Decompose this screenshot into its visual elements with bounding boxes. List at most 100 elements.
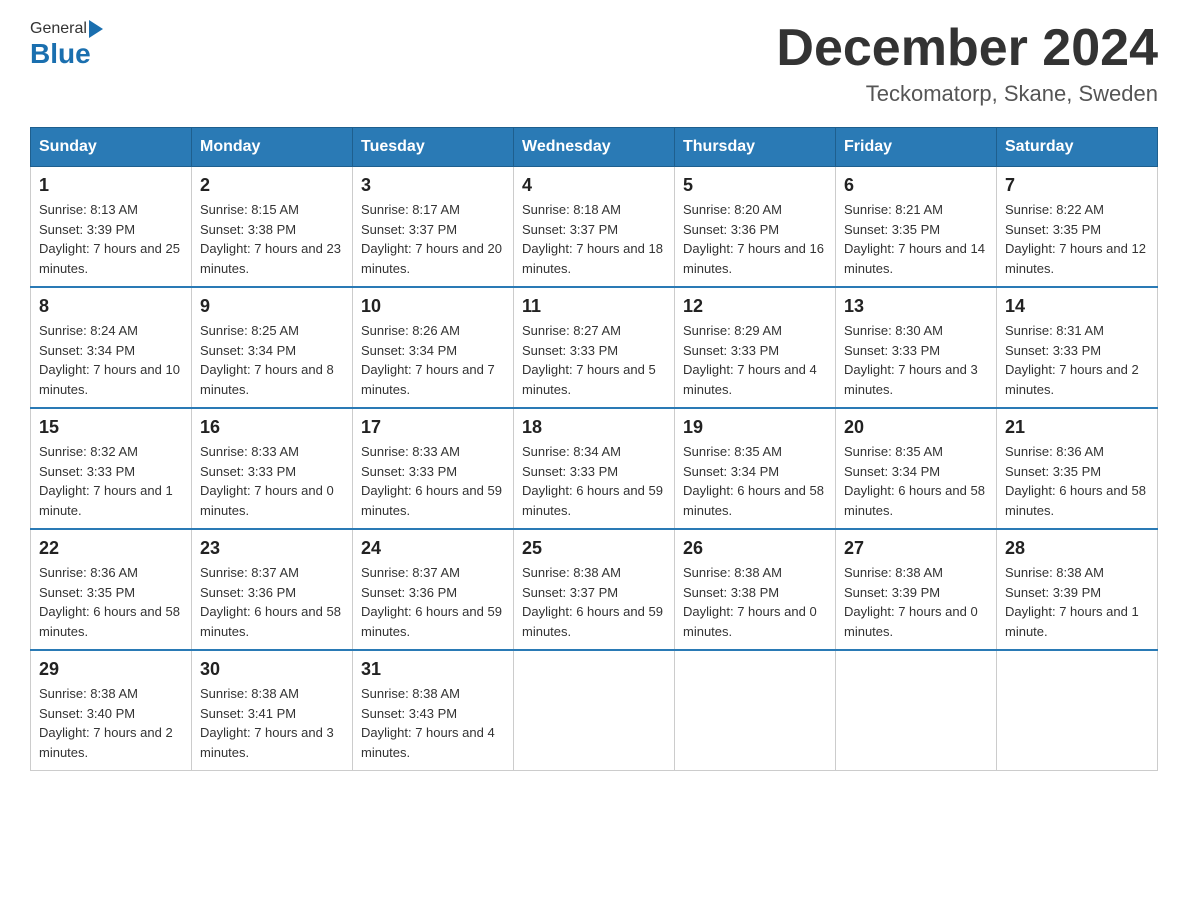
day-info: Sunrise: 8:31 AMSunset: 3:33 PMDaylight:… xyxy=(1005,321,1149,399)
day-number: 31 xyxy=(361,659,505,680)
day-number: 24 xyxy=(361,538,505,559)
week-row-2: 8 Sunrise: 8:24 AMSunset: 3:34 PMDaylight… xyxy=(31,287,1158,408)
calendar-cell: 24 Sunrise: 8:37 AMSunset: 3:36 PMDayligh… xyxy=(353,529,514,650)
day-number: 2 xyxy=(200,175,344,196)
calendar-cell: 16 Sunrise: 8:33 AMSunset: 3:33 PMDayligh… xyxy=(192,408,353,529)
week-row-4: 22Sunrise: 8:36 AMSunset: 3:35 PMDayligh… xyxy=(31,529,1158,650)
calendar-cell: 26Sunrise: 8:38 AMSunset: 3:38 PMDayligh… xyxy=(675,529,836,650)
day-number: 12 xyxy=(683,296,827,317)
calendar-cell: 10 Sunrise: 8:26 AMSunset: 3:34 PMDayligh… xyxy=(353,287,514,408)
logo-arrow-icon xyxy=(89,20,103,38)
calendar-cell: 11 Sunrise: 8:27 AMSunset: 3:33 PMDayligh… xyxy=(514,287,675,408)
weekday-header-tuesday: Tuesday xyxy=(353,128,514,167)
day-number: 3 xyxy=(361,175,505,196)
day-info: Sunrise: 8:35 AMSunset: 3:34 PMDaylight:… xyxy=(844,442,988,520)
day-number: 6 xyxy=(844,175,988,196)
calendar-cell: 1 Sunrise: 8:13 AMSunset: 3:39 PMDaylight… xyxy=(31,167,192,288)
day-number: 16 xyxy=(200,417,344,438)
calendar-cell xyxy=(997,650,1158,771)
day-number: 1 xyxy=(39,175,183,196)
day-info: Sunrise: 8:27 AMSunset: 3:33 PMDaylight:… xyxy=(522,321,666,399)
calendar-cell: 15Sunrise: 8:32 AMSunset: 3:33 PMDayligh… xyxy=(31,408,192,529)
logo-blue-text: Blue xyxy=(30,38,91,70)
calendar-cell: 6 Sunrise: 8:21 AMSunset: 3:35 PMDaylight… xyxy=(836,167,997,288)
day-info: Sunrise: 8:37 AMSunset: 3:36 PMDaylight:… xyxy=(200,563,344,641)
calendar-cell xyxy=(514,650,675,771)
calendar-cell: 28Sunrise: 8:38 AMSunset: 3:39 PMDayligh… xyxy=(997,529,1158,650)
week-row-3: 15Sunrise: 8:32 AMSunset: 3:33 PMDayligh… xyxy=(31,408,1158,529)
calendar-cell: 22Sunrise: 8:36 AMSunset: 3:35 PMDayligh… xyxy=(31,529,192,650)
title-section: December 2024 Teckomatorp, Skane, Sweden xyxy=(776,20,1158,107)
weekday-header-monday: Monday xyxy=(192,128,353,167)
day-info: Sunrise: 8:25 AMSunset: 3:34 PMDaylight:… xyxy=(200,321,344,399)
calendar-cell: 9 Sunrise: 8:25 AMSunset: 3:34 PMDaylight… xyxy=(192,287,353,408)
day-info: Sunrise: 8:38 AMSunset: 3:41 PMDaylight:… xyxy=(200,684,344,762)
day-info: Sunrise: 8:33 AMSunset: 3:33 PMDaylight:… xyxy=(361,442,505,520)
day-info: Sunrise: 8:34 AMSunset: 3:33 PMDaylight:… xyxy=(522,442,666,520)
day-info: Sunrise: 8:38 AMSunset: 3:39 PMDaylight:… xyxy=(1005,563,1149,641)
day-info: Sunrise: 8:24 AMSunset: 3:34 PMDaylight:… xyxy=(39,321,183,399)
calendar-cell: 19 Sunrise: 8:35 AMSunset: 3:34 PMDayligh… xyxy=(675,408,836,529)
day-info: Sunrise: 8:38 AMSunset: 3:43 PMDaylight:… xyxy=(361,684,505,762)
day-info: Sunrise: 8:35 AMSunset: 3:34 PMDaylight:… xyxy=(683,442,827,520)
calendar-cell: 7 Sunrise: 8:22 AMSunset: 3:35 PMDaylight… xyxy=(997,167,1158,288)
day-number: 10 xyxy=(361,296,505,317)
day-number: 14 xyxy=(1005,296,1149,317)
calendar-cell: 8 Sunrise: 8:24 AMSunset: 3:34 PMDaylight… xyxy=(31,287,192,408)
day-number: 4 xyxy=(522,175,666,196)
day-number: 15 xyxy=(39,417,183,438)
day-number: 20 xyxy=(844,417,988,438)
calendar-cell xyxy=(675,650,836,771)
day-number: 5 xyxy=(683,175,827,196)
day-info: Sunrise: 8:37 AMSunset: 3:36 PMDaylight:… xyxy=(361,563,505,641)
calendar-cell: 25Sunrise: 8:38 AMSunset: 3:37 PMDayligh… xyxy=(514,529,675,650)
day-number: 11 xyxy=(522,296,666,317)
day-number: 13 xyxy=(844,296,988,317)
calendar-cell: 5Sunrise: 8:20 AMSunset: 3:36 PMDaylight… xyxy=(675,167,836,288)
week-row-5: 29 Sunrise: 8:38 AMSunset: 3:40 PMDayligh… xyxy=(31,650,1158,771)
day-info: Sunrise: 8:17 AMSunset: 3:37 PMDaylight:… xyxy=(361,200,505,278)
calendar-cell: 3 Sunrise: 8:17 AMSunset: 3:37 PMDaylight… xyxy=(353,167,514,288)
calendar-cell: 13 Sunrise: 8:30 AMSunset: 3:33 PMDayligh… xyxy=(836,287,997,408)
day-info: Sunrise: 8:15 AMSunset: 3:38 PMDaylight:… xyxy=(200,200,344,278)
location-text: Teckomatorp, Skane, Sweden xyxy=(776,81,1158,107)
weekday-header-wednesday: Wednesday xyxy=(514,128,675,167)
page-header: General Blue December 2024 Teckomatorp, … xyxy=(30,20,1158,107)
logo: General Blue xyxy=(30,20,105,70)
day-number: 29 xyxy=(39,659,183,680)
day-info: Sunrise: 8:22 AMSunset: 3:35 PMDaylight:… xyxy=(1005,200,1149,278)
week-row-1: 1 Sunrise: 8:13 AMSunset: 3:39 PMDaylight… xyxy=(31,167,1158,288)
weekday-header-sunday: Sunday xyxy=(31,128,192,167)
calendar-table: SundayMondayTuesdayWednesdayThursdayFrid… xyxy=(30,127,1158,771)
day-info: Sunrise: 8:38 AMSunset: 3:40 PMDaylight:… xyxy=(39,684,183,762)
calendar-cell: 4 Sunrise: 8:18 AMSunset: 3:37 PMDaylight… xyxy=(514,167,675,288)
weekday-header-saturday: Saturday xyxy=(997,128,1158,167)
day-number: 7 xyxy=(1005,175,1149,196)
day-info: Sunrise: 8:26 AMSunset: 3:34 PMDaylight:… xyxy=(361,321,505,399)
day-info: Sunrise: 8:36 AMSunset: 3:35 PMDaylight:… xyxy=(1005,442,1149,520)
calendar-cell: 12 Sunrise: 8:29 AMSunset: 3:33 PMDayligh… xyxy=(675,287,836,408)
weekday-header-row: SundayMondayTuesdayWednesdayThursdayFrid… xyxy=(31,128,1158,167)
calendar-cell: 18Sunrise: 8:34 AMSunset: 3:33 PMDayligh… xyxy=(514,408,675,529)
calendar-cell: 2 Sunrise: 8:15 AMSunset: 3:38 PMDaylight… xyxy=(192,167,353,288)
calendar-cell: 17Sunrise: 8:33 AMSunset: 3:33 PMDayligh… xyxy=(353,408,514,529)
day-info: Sunrise: 8:13 AMSunset: 3:39 PMDaylight:… xyxy=(39,200,183,278)
day-info: Sunrise: 8:18 AMSunset: 3:37 PMDaylight:… xyxy=(522,200,666,278)
day-number: 23 xyxy=(200,538,344,559)
day-number: 9 xyxy=(200,296,344,317)
day-number: 19 xyxy=(683,417,827,438)
day-number: 8 xyxy=(39,296,183,317)
weekday-header-friday: Friday xyxy=(836,128,997,167)
logo-general-text: General xyxy=(30,20,87,38)
day-info: Sunrise: 8:29 AMSunset: 3:33 PMDaylight:… xyxy=(683,321,827,399)
day-info: Sunrise: 8:21 AMSunset: 3:35 PMDaylight:… xyxy=(844,200,988,278)
day-info: Sunrise: 8:30 AMSunset: 3:33 PMDaylight:… xyxy=(844,321,988,399)
day-number: 21 xyxy=(1005,417,1149,438)
day-info: Sunrise: 8:36 AMSunset: 3:35 PMDaylight:… xyxy=(39,563,183,641)
calendar-cell: 23 Sunrise: 8:37 AMSunset: 3:36 PMDayligh… xyxy=(192,529,353,650)
calendar-cell: 30Sunrise: 8:38 AMSunset: 3:41 PMDayligh… xyxy=(192,650,353,771)
day-info: Sunrise: 8:33 AMSunset: 3:33 PMDaylight:… xyxy=(200,442,344,520)
day-info: Sunrise: 8:38 AMSunset: 3:37 PMDaylight:… xyxy=(522,563,666,641)
day-number: 27 xyxy=(844,538,988,559)
day-number: 26 xyxy=(683,538,827,559)
